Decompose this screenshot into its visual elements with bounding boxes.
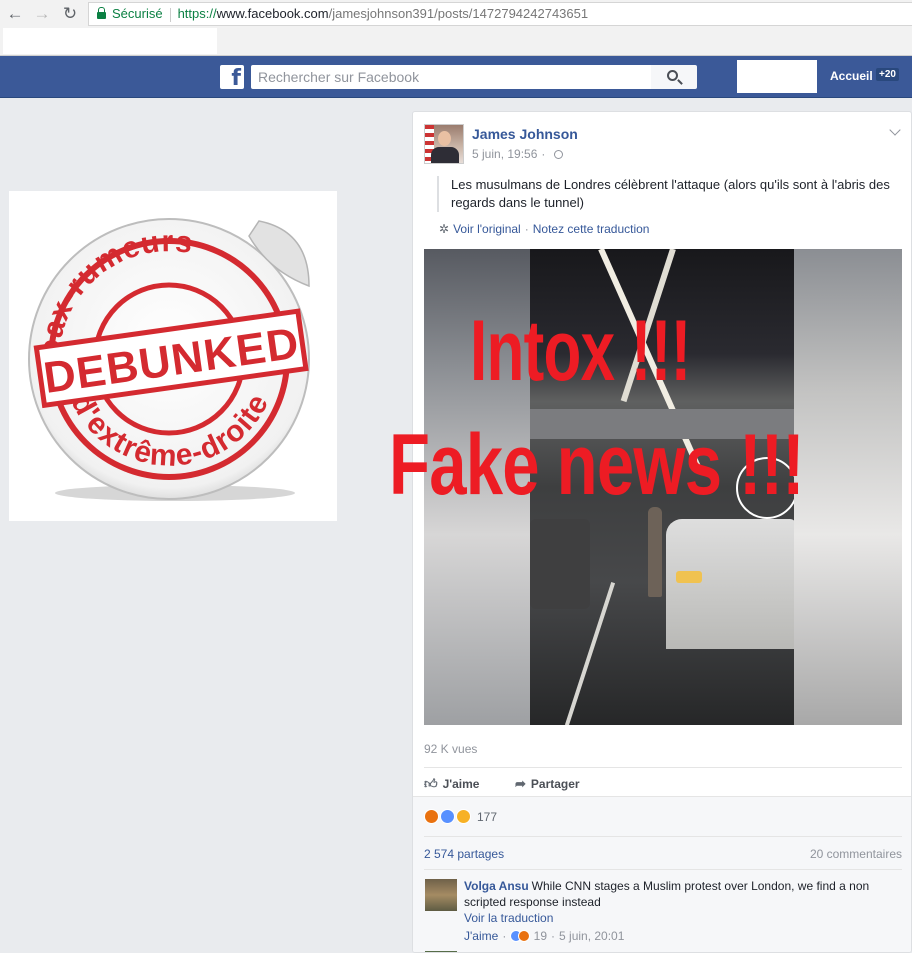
url-protocol: https:// [177,6,217,21]
home-notification-badge: +20 [876,68,899,81]
author-avatar[interactable] [424,124,464,164]
debunked-sticker-image: Hoax-rumeurs d'extrême-droite DEBUNKED [9,191,337,521]
avatar-face [438,131,451,146]
globe-icon [554,150,564,159]
comment-reaction-count[interactable]: 19 [534,929,547,943]
see-original-link[interactable]: Voir l'original [453,222,521,236]
post-actions: 👍︎ J'aime ➦ Partager [424,767,902,797]
search-input[interactable] [251,65,651,89]
share-arrow-icon: ➦ [515,776,526,791]
comment-translate-link[interactable]: Voir la traduction [464,911,553,925]
like-reaction-icon [440,809,455,824]
secure-label: Sécurisé [112,6,163,21]
facebook-top-bar: f Accueil +20 [0,56,912,98]
url-path: /jamesjohnson391/posts/1472794242743651 [328,6,589,21]
translation-links: ✲ Voir l'original · Notez cette traduction [439,222,649,236]
profile-blank-box [737,60,817,93]
share-label: Partager [530,777,580,791]
post-meta: 5 juin, 19:56 · [472,147,564,161]
video-blur-right [794,249,902,725]
comment-body: Volga Ansu While CNN stages a Muslim prot… [464,878,894,910]
address-separator [169,7,171,22]
car-left [530,519,590,609]
gear-icon[interactable]: ✲ [439,222,449,236]
forward-arrow-icon[interactable]: → [32,4,52,24]
video-views: 92 K vues [424,742,478,756]
browser-chrome: ← → ↻ Sécurisé https://www.facebook.com/j… [0,0,912,56]
wow-reaction-icon [456,809,471,824]
post-author-name[interactable]: James Johnson [472,126,578,142]
thumbs-up-icon: 👍︎ [424,776,438,791]
search-icon [667,70,678,81]
address-bar[interactable]: Sécurisé https://www.facebook.com/jamesjo… [88,2,912,26]
comment-dot: · [502,929,507,943]
person-figure [648,507,662,597]
bookmarks-bar-blank [3,28,217,54]
share-button[interactable]: ➦ Partager [515,776,580,792]
comment: Volga Ansu While CNN stages a Muslim prot… [413,867,911,952]
like-button[interactable]: 👍︎ J'aime [424,776,479,792]
facebook-logo-icon[interactable]: f [220,65,244,89]
commenter-name[interactable]: Volga Ansu [464,879,529,893]
back-arrow-icon[interactable]: ← [5,4,25,24]
post-date[interactable]: 5 juin, 19:56 [472,147,537,161]
shares-count[interactable]: 2 574 partages [424,847,504,861]
lock-icon [97,7,106,19]
taxi-light [676,571,702,583]
post-options-chevron-icon[interactable] [889,124,901,136]
angry-reaction-icon [424,809,439,824]
comment-date[interactable]: 5 juin, 20:01 [559,929,624,943]
home-link[interactable]: Accueil [830,69,873,83]
divider [424,869,902,870]
post-text: Les musulmans de Londres célèbrent l'att… [437,176,902,212]
rate-translation-link[interactable]: Notez cette traduction [533,222,650,236]
commenter-avatar[interactable] [425,879,457,911]
angry-reaction-icon [518,930,531,942]
reaction-count[interactable]: 177 [477,810,497,824]
overlay-fake-news-text: Fake news !!! [389,417,805,513]
comment-meta: J'aime · 19 · 5 juin, 20:01 [464,929,624,943]
overlay-intox-text: Intox !!! [470,303,691,399]
search-button[interactable] [651,65,697,89]
avatar-suit [431,147,459,163]
comment-like-link[interactable]: J'aime [464,929,498,943]
divider [424,836,902,837]
meta-dot: · [541,147,546,161]
like-label: J'aime [442,777,480,791]
post-card: James Johnson 5 juin, 19:56 · Les musulma… [412,111,912,953]
translation-dot: · [524,222,529,236]
taxi-car [666,519,794,649]
reactions-row[interactable]: 177 [413,796,911,836]
reload-icon[interactable]: ↻ [60,4,80,24]
comment-dot: · [551,929,556,943]
url-host: www.facebook.com [216,6,329,21]
comments-count[interactable]: 20 commentaires [810,847,902,861]
debunked-sticker-svg: Hoax-rumeurs d'extrême-droite DEBUNKED [28,218,310,501]
